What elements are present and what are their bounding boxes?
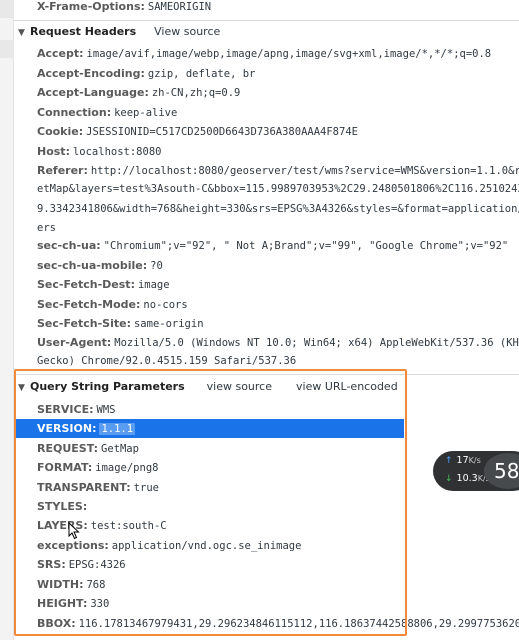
download-arrow-icon: ↓ xyxy=(445,474,453,484)
collapse-triangle-icon[interactable]: ▼ xyxy=(18,23,30,43)
header-row: Sec-Fetch-Mode: no-cors xyxy=(37,295,519,314)
param-row: exceptions: application/vnd.ogc.se_inimag… xyxy=(37,536,519,555)
param-key: TRANSPARENT: xyxy=(37,481,131,494)
param-value: 330 xyxy=(90,598,110,610)
param-value: true xyxy=(133,482,159,494)
param-key: WIDTH: xyxy=(37,578,84,591)
header-value: http://localhost:8080/geoserver/test/wms… xyxy=(90,165,519,177)
header-value: keep-alive xyxy=(114,107,178,119)
header-value: JSESSIONID=C517CD2500D6643D736A380AAA4F8… xyxy=(86,126,358,138)
upload-unit: K/s xyxy=(468,456,481,465)
header-key: Host: xyxy=(37,145,70,158)
referer-continuation: etMap&layers=test%3Asouth-C&bbox=115.998… xyxy=(37,183,519,195)
param-row: BBOX: 116.17813467979431,29.2962348461151… xyxy=(37,614,519,633)
param-value: image/png8 xyxy=(95,462,159,474)
left-gutter xyxy=(0,0,14,640)
user-agent-continuation: Gecko) Chrome/92.0.4515.159 Safari/537.3… xyxy=(37,355,297,367)
upload-speed: ↑ 17K/s xyxy=(445,455,481,466)
param-key: SRS: xyxy=(37,558,66,571)
header-row: Sec-Fetch-Dest: image xyxy=(37,275,519,294)
param-row-selected[interactable]: VERSION: 1.1.1 xyxy=(37,419,519,438)
param-value: application/vnd.ogc.se_inimage xyxy=(111,540,302,552)
header-key: Sec-Fetch-Mode: xyxy=(37,298,141,311)
header-row: Host: localhost:8080 xyxy=(37,142,519,161)
header-key: sec-ch-ua-mobile: xyxy=(37,259,148,272)
header-key: Accept-Language: xyxy=(37,86,149,99)
param-value: 768 xyxy=(86,579,106,591)
param-row: SRS: EPSG:4326 xyxy=(37,555,519,574)
view-source-link[interactable]: view source xyxy=(207,380,272,393)
header-value: ?0 xyxy=(150,260,163,272)
param-value: EPSG:4326 xyxy=(68,559,126,571)
upload-arrow-icon: ↑ xyxy=(445,456,453,466)
header-value: localhost:8080 xyxy=(72,146,162,158)
section-title: Request Headers xyxy=(30,25,137,38)
param-key: BBOX: xyxy=(37,617,76,630)
param-key: REQUEST: xyxy=(37,442,99,455)
header-row: Cookie: JSESSIONID=C517CD2500D6643D736A38… xyxy=(37,122,519,141)
header-row: sec-ch-ua: "Chromium";v="92", " Not A;Bra… xyxy=(37,236,519,255)
mouse-cursor-icon xyxy=(68,522,80,540)
param-value: 116.17813467979431,29.296234846115112,11… xyxy=(78,618,519,630)
header-value: image/avif,image/webp,image/apng,image/s… xyxy=(86,48,492,60)
header-row: sec-ch-ua-mobile: ?0 xyxy=(37,256,519,275)
param-value-selected[interactable]: 1.1.1 xyxy=(99,423,136,435)
param-key: exceptions: xyxy=(37,539,109,552)
param-key: HEIGHT: xyxy=(37,597,88,610)
view-source-link[interactable]: View source xyxy=(154,25,220,38)
header-value: no-cors xyxy=(143,299,188,311)
header-row: Accept: image/avif,image/webp,image/apng,… xyxy=(37,44,519,63)
param-value: GetMap xyxy=(101,443,139,455)
gutter-row-marker xyxy=(0,0,14,18)
collapse-triangle-icon[interactable]: ▼ xyxy=(18,378,30,398)
param-key: FORMAT: xyxy=(37,461,93,474)
param-value: WMS xyxy=(96,404,116,416)
referer-continuation: 9.3342341806&width=768&height=330&srs=EP… xyxy=(37,203,519,215)
download-value: 10.3 xyxy=(456,473,478,484)
header-key: Referer: xyxy=(37,164,88,177)
header-value: gzip, deflate, br xyxy=(147,68,256,80)
gutter-row-marker xyxy=(0,40,14,58)
param-row: STYLES: xyxy=(37,497,519,516)
query-params-section-header[interactable]: ▼ Query String Parameters view source view … xyxy=(18,377,519,397)
param-row: SERVICE: WMS xyxy=(37,400,519,419)
header-row-referer: Referer: http://localhost:8080/geoserver/… xyxy=(37,161,519,180)
header-key: Cookie: xyxy=(37,125,84,138)
param-row: WIDTH: 768 xyxy=(37,575,519,594)
header-key: Sec-Fetch-Site: xyxy=(37,317,131,330)
header-value: same-origin xyxy=(133,318,204,330)
header-row: Connection: keep-alive xyxy=(37,103,519,122)
section-divider xyxy=(14,20,519,21)
header-key: Accept-Encoding: xyxy=(37,67,145,80)
header-row: Sec-Fetch-Site: same-origin xyxy=(37,314,519,333)
param-row: HEIGHT: 330 xyxy=(37,594,519,613)
header-value: SAMEORIGIN xyxy=(147,1,212,13)
upload-value: 17 xyxy=(456,455,469,466)
section-title: Query String Parameters xyxy=(30,380,185,393)
param-key: STYLES: xyxy=(37,500,88,513)
header-key: Accept: xyxy=(37,47,84,60)
header-key: sec-ch-ua: xyxy=(37,239,101,252)
header-key: Connection: xyxy=(37,106,112,119)
header-value: Mozilla/5.0 (Windows NT 10.0; Win64; x64… xyxy=(114,337,519,349)
header-key: X-Frame-Options: xyxy=(37,0,145,13)
header-row-user-agent: User-Agent: Mozilla/5.0 (Windows NT 10.0;… xyxy=(37,333,519,352)
section-divider xyxy=(14,374,519,375)
header-row: Accept-Language: zh-CN,zh;q=0.9 xyxy=(37,83,519,102)
header-row-x-frame-options: X-Frame-Options: SAMEORIGIN xyxy=(37,0,519,16)
param-row: LAYERS: test:south-C xyxy=(37,516,519,535)
header-row: Accept-Encoding: gzip, deflate, br xyxy=(37,64,519,83)
download-speed: ↓ 10.3K/s xyxy=(445,473,490,484)
header-value: image xyxy=(137,279,170,291)
view-url-encoded-link[interactable]: view URL-encoded xyxy=(296,380,398,393)
param-key: SERVICE: xyxy=(37,403,94,416)
header-value: zh-CN,zh;q=0.9 xyxy=(151,87,241,99)
param-value: test:south-C xyxy=(90,520,167,532)
header-value: "Chromium";v="92", " Not A;Brand";v="99"… xyxy=(103,240,509,252)
header-key: Sec-Fetch-Dest: xyxy=(37,278,135,291)
request-headers-section-header[interactable]: ▼ Request Headers View source xyxy=(18,22,519,42)
header-key: User-Agent: xyxy=(37,336,112,349)
param-key: VERSION: xyxy=(37,422,97,435)
